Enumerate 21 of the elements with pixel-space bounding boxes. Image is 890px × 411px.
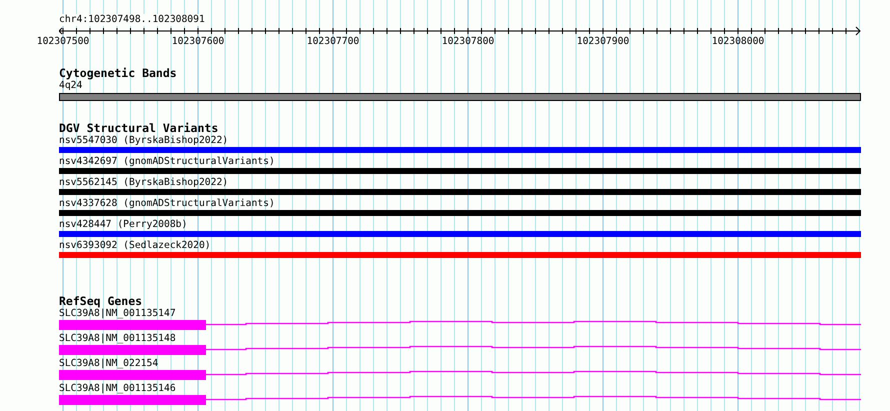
feature-label: SLC39A8|NM_001135148: [59, 333, 177, 345]
track-title: DGV Structural Variants: [59, 122, 218, 135]
ruler-tick-label: 102308000: [712, 36, 764, 48]
feature-label: nsv428447 (Perry2008b): [59, 219, 188, 231]
feature-label: nsv5562145 (ByrskaBishop2022): [59, 177, 230, 189]
feature-label: SLC39A8|NM_022154: [59, 358, 160, 370]
ruler-tick-label: 102307900: [576, 36, 630, 48]
feature-label: nsv4342697 (gnomADStructuralVariants): [59, 156, 276, 168]
feature-label: nsv6393092 (Sedlazeck2020): [59, 240, 212, 252]
ruler-tick-label: 102307700: [306, 36, 360, 48]
feature-label: nsv5547030 (ByrskaBishop2022): [59, 135, 230, 147]
track-title: RefSeq Genes: [59, 295, 142, 308]
track-title: Cytogenetic Bands: [59, 67, 177, 80]
feature-label: nsv4337628 (gnomADStructuralVariants): [59, 198, 276, 210]
ruler-tick-label: 102307500: [36, 36, 90, 48]
feature-label: SLC39A8|NM_001135146: [59, 383, 177, 395]
feature-label: SLC39A8|NM_001135147: [59, 308, 177, 320]
ruler-tick-label: 102307600: [172, 36, 224, 48]
location-label: chr4:102307498..102308091: [59, 14, 205, 26]
ruler-tick-label: 102307800: [442, 36, 494, 48]
feature-label: 4q24: [59, 80, 84, 92]
